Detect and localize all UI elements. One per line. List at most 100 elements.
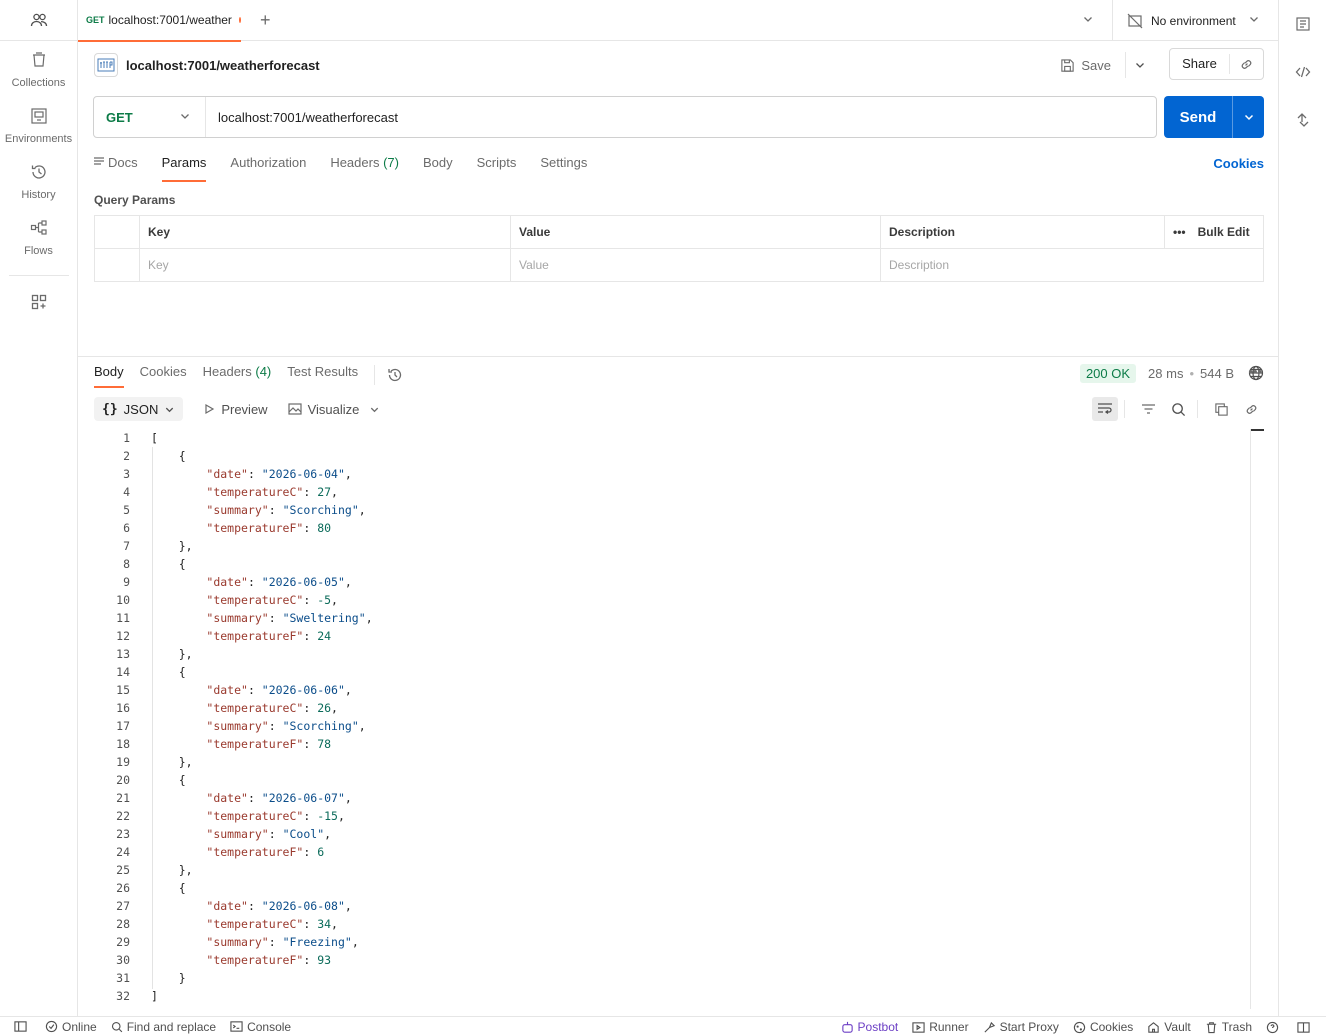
help-icon[interactable] <box>1266 1021 1283 1034</box>
code-token: : <box>268 827 283 841</box>
filter-icon[interactable] <box>1135 397 1161 421</box>
sidebar-item-environments[interactable]: Environments <box>0 107 77 153</box>
code-token: : <box>303 809 318 823</box>
json-summary-value: Freezing <box>289 935 345 949</box>
preview-button[interactable]: Preview <box>203 402 268 417</box>
chevron-down-icon[interactable] <box>369 404 380 415</box>
tabs-dropdown-chevron-icon[interactable] <box>1082 13 1094 28</box>
console-button[interactable]: Console <box>230 1020 291 1034</box>
visualize-button[interactable]: Visualize <box>287 402 387 417</box>
response-tab-cookies[interactable]: Cookies <box>140 362 187 388</box>
tab-label: Headers <box>202 364 252 379</box>
tab-params[interactable]: Params <box>161 152 206 182</box>
code-token: "summary" <box>206 935 269 949</box>
code-token: : <box>303 845 318 859</box>
tab-scripts[interactable]: Scripts <box>477 152 517 182</box>
code-token: " <box>261 683 269 697</box>
status-badge[interactable]: 200 OK <box>1079 363 1137 383</box>
copy-icon[interactable] <box>1208 397 1234 421</box>
online-status[interactable]: Online <box>45 1020 97 1034</box>
description-column-header: Description <box>880 215 1165 249</box>
apps-icon[interactable] <box>31 294 47 310</box>
sidebar-item-history[interactable]: History <box>0 163 77 209</box>
request-name[interactable]: localhost:7001/weatherforecast <box>126 58 320 73</box>
more-options-icon[interactable]: ••• <box>1173 225 1186 239</box>
response-tab-test-results[interactable]: Test Results <box>287 362 358 388</box>
runner-button[interactable]: Runner <box>912 1020 969 1034</box>
environment-selector[interactable]: No environment <box>1112 0 1278 41</box>
key-input[interactable]: Key <box>139 248 511 282</box>
response-divider[interactable] <box>78 356 1278 357</box>
request-docs-icon[interactable] <box>1279 16 1326 48</box>
code-snippet-icon[interactable] <box>1279 64 1326 96</box>
cookies-link[interactable]: Cookies <box>1213 156 1264 171</box>
tab-docs[interactable]: Docs <box>94 152 138 182</box>
toggle-sidebar-icon[interactable] <box>14 1020 31 1033</box>
tab-authorization[interactable]: Authorization <box>230 152 306 182</box>
send-button[interactable]: Send <box>1164 96 1264 138</box>
sidebar-item-label: Flows <box>24 245 53 257</box>
tab-label: Settings <box>540 155 588 170</box>
http-icon <box>94 53 118 77</box>
code-token: : <box>303 593 318 607</box>
postbot-button[interactable]: Postbot <box>841 1020 898 1034</box>
line-content: { <box>130 771 186 789</box>
code-token: , <box>331 701 338 715</box>
save-button[interactable]: Save <box>1081 58 1111 73</box>
line-content: "temperatureF": 24 <box>130 627 331 645</box>
tab-settings[interactable]: Settings <box>540 152 587 182</box>
request-tab[interactable]: GET localhost:7001/weather <box>78 0 242 42</box>
tab-body[interactable]: Body <box>423 152 453 182</box>
copy-link-icon[interactable] <box>1230 57 1263 72</box>
bulk-edit-button[interactable]: Bulk Edit <box>1198 225 1250 239</box>
method-selector[interactable]: GET <box>94 97 206 137</box>
response-size[interactable]: 544 B <box>1200 366 1234 381</box>
code-token: }, <box>151 863 193 877</box>
wrap-lines-icon[interactable] <box>1092 397 1118 421</box>
scrollbar-track[interactable] <box>1250 429 1251 1009</box>
line-number: 4 <box>123 485 130 499</box>
code-token: " <box>261 467 269 481</box>
line-content: { <box>130 879 186 897</box>
response-history-icon[interactable] <box>387 367 403 383</box>
description-input[interactable]: Description <box>880 248 1264 282</box>
response-more-icon[interactable]: ••• <box>1248 364 1262 379</box>
sidebar-item-flows[interactable]: Flows <box>0 219 77 265</box>
trash-button[interactable]: Trash <box>1205 1020 1252 1034</box>
environment-label: No environment <box>1151 13 1236 28</box>
line-content: { <box>130 663 186 681</box>
scrollbar-thumb[interactable] <box>1251 429 1264 431</box>
format-selector[interactable]: {} JSON <box>94 397 184 421</box>
two-pane-icon[interactable] <box>1297 1021 1314 1034</box>
sidebar-item-collections[interactable]: Collections <box>0 51 77 97</box>
response-body-viewer[interactable]: 1[2 {3 "date": "2026-06-04", 4 "temperatu… <box>94 429 1250 1009</box>
find-replace-button[interactable]: Find and replace <box>111 1020 216 1034</box>
related-collections-icon[interactable] <box>1279 112 1326 144</box>
share-button[interactable]: Share <box>1169 48 1264 80</box>
send-options-chevron-icon[interactable] <box>1232 96 1264 138</box>
start-proxy-button[interactable]: Start Proxy <box>983 1020 1059 1034</box>
cookies-button[interactable]: Cookies <box>1073 1020 1133 1034</box>
search-icon[interactable] <box>1165 397 1191 421</box>
response-time[interactable]: 28 ms <box>1148 366 1183 381</box>
link-icon[interactable] <box>1238 397 1264 421</box>
value-input[interactable]: Value <box>510 248 881 282</box>
response-tab-headers[interactable]: Headers (4) <box>203 362 272 388</box>
code-token: " <box>282 503 290 517</box>
new-tab-plus-icon[interactable]: + <box>260 10 271 31</box>
save-options-chevron-icon[interactable] <box>1125 52 1152 78</box>
response-headers-count: (4) <box>255 364 272 379</box>
response-tab-body[interactable]: Body <box>94 362 124 388</box>
code-token: " <box>351 503 359 517</box>
url-input[interactable] <box>206 97 1156 137</box>
workspace-header <box>0 0 77 41</box>
line-number: 30 <box>116 953 130 967</box>
code-line: 5 "summary": "Scorching", <box>94 501 1250 519</box>
team-icon[interactable] <box>30 11 48 29</box>
tab-headers[interactable]: Headers (7) <box>330 152 399 182</box>
save-group: Save <box>1060 52 1152 78</box>
line-number: 26 <box>116 881 130 895</box>
vault-button[interactable]: Vault <box>1147 1020 1191 1034</box>
